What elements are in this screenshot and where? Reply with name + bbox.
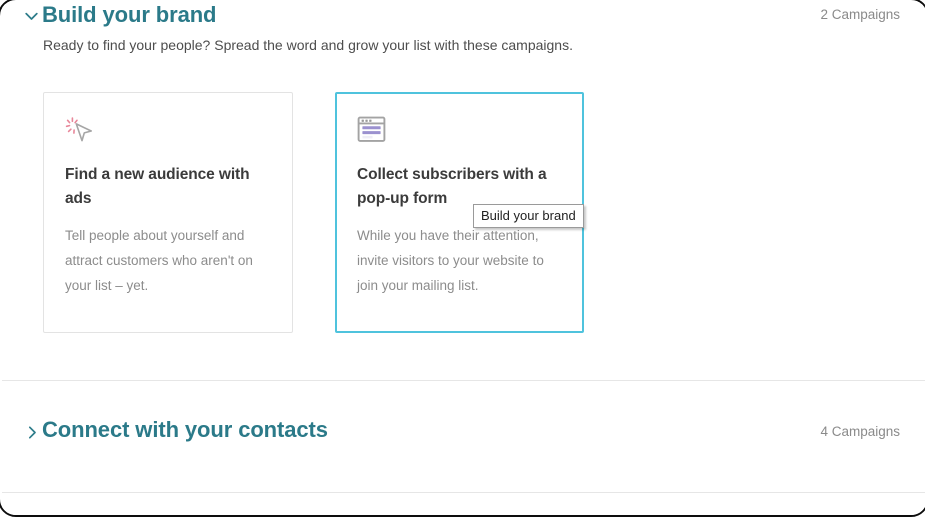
hover-tooltip: Build your brand (473, 204, 584, 228)
campaign-card-description: Tell people about yourself and attract c… (65, 223, 261, 298)
campaign-card-title: Find a new audience with ads (65, 163, 265, 211)
section-connect-with-your-contacts[interactable]: Connect with your contacts 4 Campaigns (2, 381, 925, 492)
section-campaign-count: 4 Campaigns (820, 424, 900, 439)
cursor-click-icon (65, 115, 95, 145)
chevron-down-icon[interactable] (24, 9, 38, 23)
campaign-card-find-audience-ads[interactable]: Find a new audience with ads Tell people… (43, 92, 293, 333)
popup-form-icon (357, 115, 387, 145)
section-build-your-brand: Build your brand 2 Campaigns Ready to fi… (2, 2, 925, 380)
section-title[interactable]: Build your brand (42, 2, 216, 28)
page-viewport: Build your brand 2 Campaigns Ready to fi… (2, 2, 925, 515)
chevron-right-icon[interactable] (26, 425, 38, 439)
browser-frame: Build your brand 2 Campaigns Ready to fi… (0, 0, 925, 517)
section-subtitle: Ready to find your people? Spread the wo… (43, 37, 573, 53)
section-title[interactable]: Connect with your contacts (42, 417, 328, 443)
section-header-build-your-brand[interactable]: Build your brand 2 Campaigns (2, 2, 925, 36)
section-campaign-count: 2 Campaigns (820, 7, 900, 22)
page-footer-strip (2, 493, 925, 515)
campaign-card-description: While you have their attention, invite v… (357, 223, 547, 298)
